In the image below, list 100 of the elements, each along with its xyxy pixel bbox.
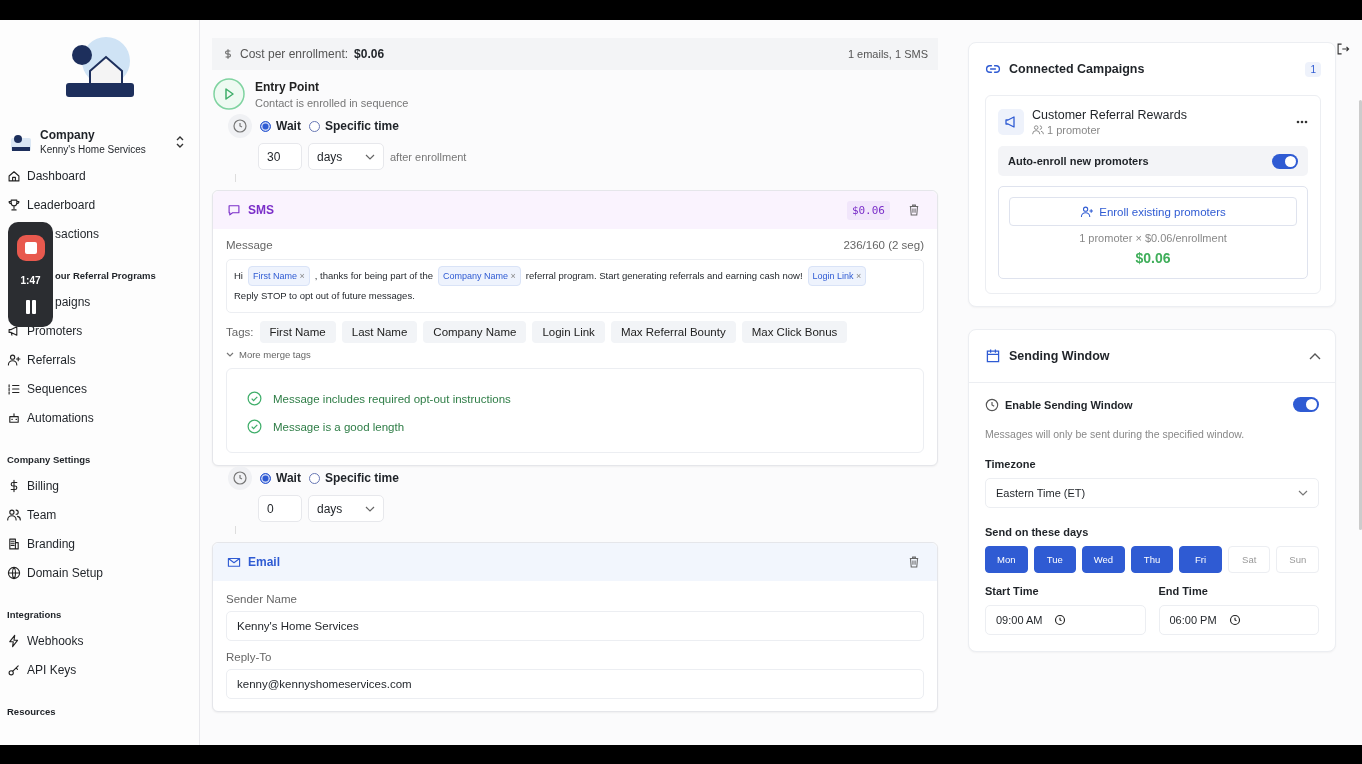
nav-item[interactable]: Dashboard [7, 161, 192, 190]
days-label: Send on these days [985, 526, 1090, 538]
time-field[interactable]: 09:00 AM [985, 605, 1146, 635]
merge-tag-chip[interactable]: Login Link × [807, 266, 867, 286]
nav-item[interactable]: Domain Setup [7, 558, 192, 587]
day-toggle[interactable]: Thu [1130, 546, 1174, 573]
auto-enroll-label: Auto-enroll new promoters [1008, 155, 1149, 167]
nav-item[interactable]: sactions [55, 219, 100, 248]
chevron-icon[interactable] [1309, 352, 1321, 360]
merge-tag-button[interactable]: Max Click Bonus [741, 321, 848, 343]
count-badge: 1 [1305, 61, 1321, 77]
radio-option[interactable]: Wait [260, 471, 301, 485]
merge-tag-button[interactable]: Max Referral Bounty [610, 321, 736, 343]
merge-tag-chip[interactable]: First Name × [248, 266, 310, 286]
validation-message: Message is a good length [273, 420, 405, 433]
company-label: Company [40, 128, 96, 142]
mail-icon [227, 555, 241, 569]
nav-item[interactable]: paigns [55, 287, 91, 316]
nav-item[interactable]: API Keys [7, 655, 192, 684]
bot-icon [7, 410, 21, 425]
enroll-existing-button[interactable]: Enroll existing promoters [1009, 197, 1297, 226]
merge-tag-button[interactable]: Login Link [532, 321, 605, 343]
userplus-icon [7, 352, 21, 367]
play-icon [213, 78, 245, 110]
merge-tag-button[interactable]: Last Name [341, 321, 418, 343]
day-toggle[interactable]: Tue [1033, 546, 1077, 573]
cost-summary: 1 emails, 1 SMS [847, 48, 928, 60]
entry-title: Entry Point [255, 79, 320, 94]
nav-item[interactable]: Sequences [7, 374, 192, 403]
unit-dropdown[interactable]: days [308, 495, 384, 522]
chevron-down-icon [365, 505, 375, 512]
radio-option[interactable]: Wait [260, 119, 301, 133]
clock-icon [985, 397, 999, 412]
toggle-switch[interactable] [1272, 153, 1298, 169]
nav-item[interactable]: Automations [7, 403, 192, 432]
step-title: SMS [248, 203, 274, 217]
recording-time: 1:47 [20, 275, 41, 286]
chevron-down-icon [365, 153, 375, 160]
toggle-switch[interactable] [1293, 397, 1319, 412]
more-merge-tags-toggle[interactable]: More merge tags [226, 343, 311, 360]
stop-button[interactable] [16, 235, 45, 261]
day-toggle[interactable]: Fri [1179, 546, 1222, 573]
calendar-icon [985, 348, 1001, 364]
timezone-dropdown[interactable]: Eastern Time (ET) [985, 478, 1319, 508]
merge-tag-chip[interactable]: Company Name × [438, 266, 521, 286]
trophy-icon [7, 197, 21, 212]
wait-suffix: after enrollment [390, 150, 467, 163]
end-time-label: End Time [1158, 585, 1209, 597]
timezone-label: Timezone [985, 458, 1037, 470]
validation-message: Message includes required opt-out instructions [273, 392, 511, 405]
chevron-up-down-icon [175, 134, 185, 149]
merge-tag-button[interactable]: Company Name [423, 321, 527, 343]
company-name: Kenny's Home Services [40, 144, 147, 155]
promoter-count: 1 promoter [1047, 124, 1101, 136]
message-field[interactable]: Hi First Name × , thanks for being part of the Company Name × referral program. Start generating referrals and earning cash now! Login Link × Reply STOP to opt out of future messages. [226, 259, 924, 313]
amount-field[interactable]: 30 [258, 143, 302, 170]
users-icon [1032, 124, 1044, 136]
time-field[interactable]: 06:00 PM [1158, 605, 1319, 635]
enable-label: Enable Sending Window [1005, 398, 1133, 411]
field-label: Sender Name [226, 593, 298, 605]
pause-icon[interactable] [24, 300, 37, 314]
nav-item[interactable]: Team [7, 500, 192, 529]
input-field[interactable]: Kenny's Home Services [226, 611, 924, 641]
section-heading: Company Settings [7, 453, 91, 467]
clock-icon [1228, 614, 1241, 626]
nav-item[interactable]: Webhooks [7, 626, 192, 655]
day-toggle[interactable]: Mon [985, 546, 1028, 573]
step-title: Email [248, 555, 280, 569]
entry-subtitle: Contact is enrolled in sequence [255, 96, 409, 109]
nav-item[interactable]: Branding [7, 529, 192, 558]
nav-item[interactable]: Promoters [7, 316, 192, 345]
scrollbar[interactable] [1359, 100, 1362, 530]
merge-tag-button[interactable]: First Name [259, 321, 336, 343]
nav-item[interactable]: Billing [7, 471, 192, 500]
section-heading: Resources [7, 705, 56, 719]
trash-icon[interactable] [907, 203, 921, 217]
cost-badge: $0.06 [846, 200, 890, 220]
character-count: 236/160 (2 seg) [843, 239, 924, 251]
key-icon [7, 662, 21, 677]
panel-title: Sending Window [1009, 349, 1110, 363]
section-heading: our Referral Programs [55, 269, 156, 283]
tags-label: Tags: [226, 326, 254, 338]
logout-icon[interactable] [1336, 42, 1350, 56]
radio-option[interactable]: Specific time [308, 471, 399, 485]
nav-item[interactable]: Leaderboard [7, 190, 192, 219]
dollar-icon [222, 47, 234, 61]
unit-dropdown[interactable]: days [308, 143, 384, 170]
company-switcher[interactable]: Company Kenny's Home Services [0, 122, 199, 161]
more-options-icon[interactable] [1296, 120, 1308, 124]
panel-title: Connected Campaigns [1009, 62, 1145, 76]
nav-item[interactable]: Referrals [7, 345, 192, 374]
day-toggle[interactable]: Wed [1082, 546, 1125, 573]
total-cost: $0.06 [1135, 250, 1171, 266]
start-time-label: Start Time [985, 585, 1040, 597]
chevron-down-icon [226, 351, 234, 358]
trash-icon[interactable] [907, 555, 921, 569]
amount-field[interactable]: 0 [258, 495, 302, 522]
input-field[interactable]: kenny@kennyshomeservices.com [226, 669, 924, 699]
radio-option[interactable]: Specific time [308, 119, 399, 133]
message-label: Message [226, 239, 273, 251]
